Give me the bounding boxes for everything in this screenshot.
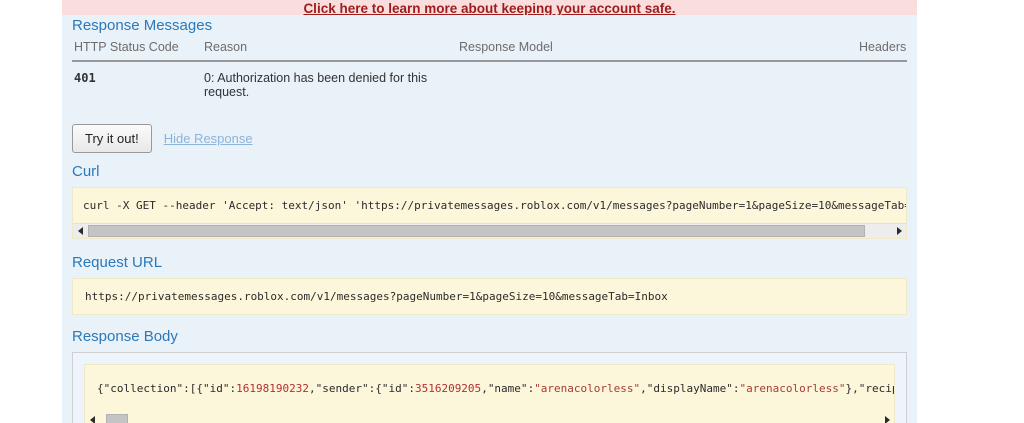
- response-body-heading: Response Body: [72, 328, 178, 345]
- scroll-right-arrow-icon[interactable]: [882, 414, 892, 423]
- action-row: Try it out! Hide Response: [72, 124, 907, 153]
- scroll-left-arrow-icon[interactable]: [75, 225, 85, 237]
- curl-scrollbar[interactable]: [73, 223, 906, 238]
- request-url-heading: Request URL: [72, 254, 163, 271]
- response-body-scrollbar[interactable]: [85, 412, 894, 423]
- curl-heading: Curl: [72, 163, 100, 180]
- column-header-response-model: Response Model: [457, 37, 857, 62]
- response-body-scrollbar-thumb[interactable]: [106, 413, 128, 423]
- curl-command-text: curl -X GET --header 'Accept: text/json'…: [83, 199, 906, 212]
- try-it-out-button[interactable]: Try it out!: [72, 124, 152, 153]
- response-body-code-block: {"collection":[{"id":16198190232,"sender…: [84, 364, 895, 423]
- request-url-block: https://privatemessages.roblox.com/v1/me…: [72, 278, 907, 315]
- account-safety-banner[interactable]: Click here to learn more about keeping y…: [62, 0, 917, 15]
- headers-cell: [857, 61, 907, 111]
- curl-scrollbar-track[interactable]: [88, 225, 891, 237]
- column-header-reason: Reason: [202, 37, 457, 62]
- hide-response-link[interactable]: Hide Response: [164, 131, 253, 146]
- table-header-row: HTTP Status Code Reason Response Model H…: [72, 37, 907, 62]
- table-row: 401 0: Authorization has been denied for…: [72, 61, 907, 111]
- response-body-json: {"collection":[{"id":16198190232,"sender…: [97, 382, 894, 395]
- response-messages-heading: Response Messages: [72, 17, 213, 34]
- scroll-left-arrow-icon[interactable]: [87, 414, 97, 423]
- column-header-http-status-code: HTTP Status Code: [72, 37, 202, 62]
- account-safety-link[interactable]: Click here to learn more about keeping y…: [303, 1, 675, 15]
- column-header-headers: Headers: [857, 37, 907, 62]
- curl-code-block: curl -X GET --header 'Accept: text/json'…: [72, 187, 907, 239]
- api-operation-section: Click here to learn more about keeping y…: [62, 0, 917, 423]
- scroll-right-arrow-icon[interactable]: [894, 225, 904, 237]
- curl-scrollbar-thumb[interactable]: [88, 225, 865, 237]
- response-body-scrollbar-track[interactable]: [100, 413, 879, 423]
- response-messages-table: HTTP Status Code Reason Response Model H…: [72, 37, 907, 111]
- request-url-text: https://privatemessages.roblox.com/v1/me…: [85, 290, 668, 303]
- response-model-cell: [457, 61, 857, 111]
- reason-cell: 0: Authorization has been denied for thi…: [204, 71, 428, 99]
- status-code-cell: 401: [74, 71, 96, 85]
- operation-response-panel: Response Messages HTTP Status Code Reaso…: [62, 15, 917, 423]
- response-body-box: {"collection":[{"id":16198190232,"sender…: [72, 352, 907, 423]
